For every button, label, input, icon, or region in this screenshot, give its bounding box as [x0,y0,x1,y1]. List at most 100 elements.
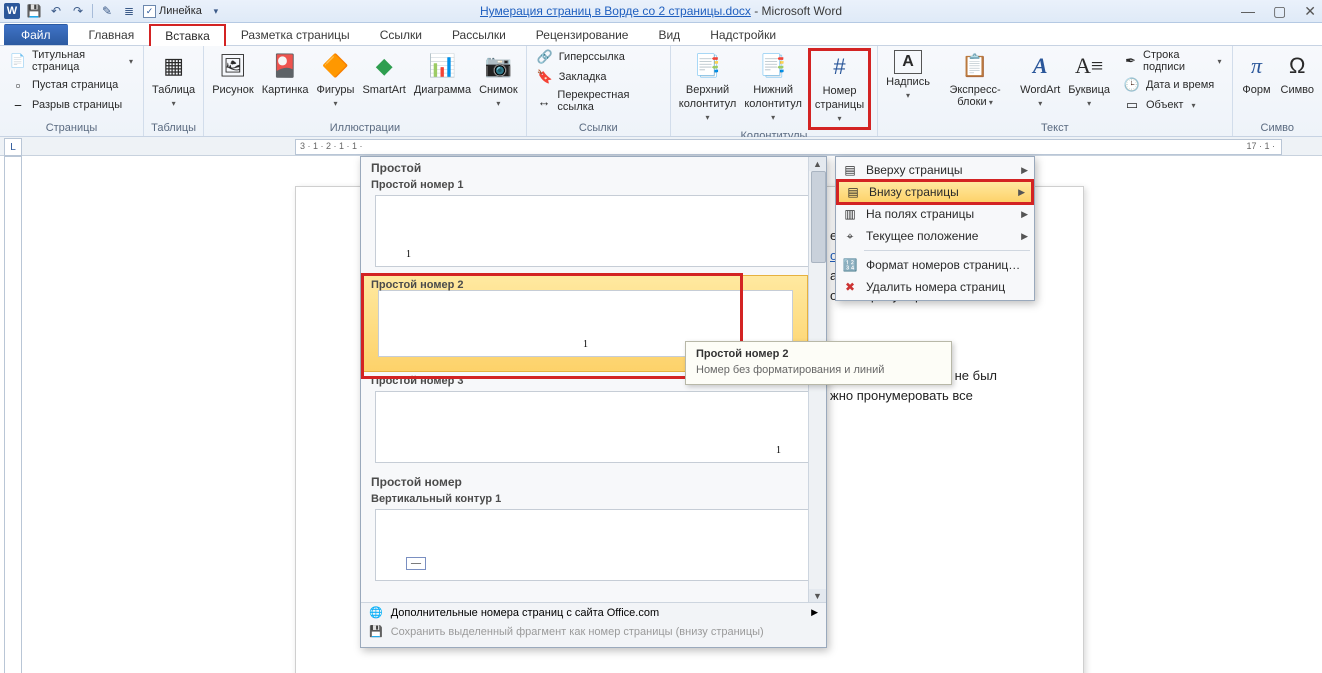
tooltip-title: Простой номер 2 [696,348,941,360]
bookmark-icon: 🔖 [537,69,553,85]
table-icon: ▦ [158,50,190,82]
document-area: ерацией документа. о нумерация страниц в… [0,156,1322,673]
word-app-icon[interactable]: W [4,3,20,19]
group-label: Текст [884,122,1225,136]
submenu-arrow-icon: ▶ [1018,187,1025,198]
tab-insert[interactable]: Вставка [149,24,226,46]
gallery-item-plain-1[interactable]: 1 [375,195,812,267]
blank-page-button[interactable]: ▫Пустая страница [6,76,137,94]
gallery-category: Простой [361,157,826,177]
quickparts-icon: 📋 [959,50,991,82]
tab-layout[interactable]: Разметка страницы [226,24,365,45]
shapes-button[interactable]: 🔶Фигуры [315,48,357,112]
menu-item-format-page-numbers[interactable]: 🔢Формат номеров страниц… [836,254,1034,276]
page-number-menu: ▤Вверху страницы▶ ▤Внизу страницы▶ ▥На п… [835,156,1035,301]
tab-mailings[interactable]: Рассылки [437,24,521,45]
tab-view[interactable]: Вид [643,24,695,45]
gallery-more-office[interactable]: 🌐Дополнительные номера страниц с сайта O… [361,603,826,622]
clipart-button[interactable]: 🎴Картинка [260,48,311,98]
hyperlink-icon: 🔗 [537,49,553,65]
gallery-item-label: Вертикальный контур 1 [361,491,826,509]
tab-file[interactable]: Файл [4,24,68,45]
group-links: 🔗Гиперссылка 🔖Закладка ↔Перекрестная ссы… [527,46,671,136]
footer-button[interactable]: 📑Нижнийколонтитул [742,48,804,126]
symbol-icon: Ω [1281,50,1313,82]
bookmark-button[interactable]: 🔖Закладка [533,68,664,86]
menu-item-top-of-page[interactable]: ▤Вверху страницы▶ [836,159,1034,181]
tab-home[interactable]: Главная [74,24,150,45]
tab-review[interactable]: Рецензирование [521,24,644,45]
current-pos-icon: ⌖ [840,228,860,244]
vertical-ruler[interactable] [4,156,22,673]
page-number-gallery: Простой Простой номер 1 1 1 Простой номе… [360,156,827,648]
tab-references[interactable]: Ссылки [365,24,437,45]
scrollbar-thumb[interactable] [811,171,826,263]
menu-item-bottom-of-page[interactable]: ▤Внизу страницы▶ [838,181,1032,203]
signature-line-button[interactable]: ✒Строка подписи [1120,48,1226,74]
hyperlink-button[interactable]: 🔗Гиперссылка [533,48,664,66]
datetime-button[interactable]: 🕒Дата и время [1120,76,1226,94]
header-icon: 📑 [692,50,724,82]
qat-item-icon[interactable]: ≣ [121,3,137,19]
gallery-footer: 🌐Дополнительные номера страниц с сайта O… [361,602,826,647]
page-break-button[interactable]: ⎯Разрыв страницы [6,96,137,114]
gallery-item-label: Простой номер 2 [361,277,473,295]
textbox-button[interactable]: AНадпись [884,48,932,104]
datetime-icon: 🕒 [1124,77,1140,93]
undo-icon[interactable]: ↶ [48,3,64,19]
horizontal-ruler[interactable]: 3 · 1 · 2 · 1 · 1 · 17 · 1 · [295,139,1282,155]
scroll-up-icon[interactable]: ▲ [809,157,826,171]
symbol-button[interactable]: ΩСимво [1279,48,1317,98]
submenu-arrow-icon: ▶ [1021,165,1028,176]
ribbon: 📄Титульная страница ▫Пустая страница ⎯Ра… [0,46,1322,137]
group-label: Страницы [6,122,137,136]
quickparts-button[interactable]: 📋Экспресс-блоки [936,48,1014,111]
table-button[interactable]: ▦Таблица [150,48,197,112]
maximize-button[interactable]: ▢ [1273,3,1286,20]
menu-item-current-position[interactable]: ⌖Текущее положение▶ [836,225,1034,247]
group-symbols: πФорм ΩСимво Симво [1233,46,1322,136]
minimize-button[interactable]: — [1241,3,1255,19]
tab-addins[interactable]: Надстройки [695,24,791,45]
group-text: AНадпись 📋Экспресс-блоки AWordArt A≡Букв… [878,46,1232,136]
qat-customize-icon[interactable]: ▾ [208,3,224,19]
crossref-button[interactable]: ↔Перекрестная ссылка [533,88,664,114]
dropcap-icon: A≡ [1073,50,1105,82]
menu-item-page-margins[interactable]: ▥На полях страницы▶ [836,203,1034,225]
save-icon[interactable]: 💾 [26,3,42,19]
cover-page-icon: 📄 [10,53,26,69]
group-label: Иллюстрации [210,122,520,136]
office-icon: 🌐 [369,606,383,619]
ruler-mark-right: 17 · 1 · [1246,141,1275,151]
picture-button[interactable]: 🖼Рисунок [210,48,256,98]
wordart-button[interactable]: AWordArt [1018,48,1062,112]
group-label: Ссылки [533,122,664,136]
close-button[interactable]: ✕ [1304,3,1316,20]
format-icon: 🔢 [840,257,860,273]
gallery-category: Простой номер [361,471,826,491]
object-button[interactable]: ▭Объект [1120,96,1226,114]
menu-item-remove-page-numbers[interactable]: ✖Удалить номера страниц [836,276,1034,298]
chart-button[interactable]: 📊Диаграмма [412,48,473,98]
equation-button[interactable]: πФорм [1239,48,1275,98]
group-label: Симво [1239,122,1317,136]
submenu-arrow-icon: ▶ [1021,209,1028,220]
smartart-button[interactable]: ◆SmartArt [360,48,407,98]
header-button[interactable]: 📑Верхнийколонтитул [677,48,739,126]
redo-icon[interactable]: ↷ [70,3,86,19]
gallery-item-vertical-outline-1[interactable]: — [375,509,812,581]
page-break-icon: ⎯ [10,97,26,113]
screenshot-button[interactable]: 📷Снимок [477,48,520,112]
smartart-icon: ◆ [368,50,400,82]
save-fragment-icon: 💾 [369,625,383,638]
scroll-down-icon[interactable]: ▼ [809,589,826,603]
qat-item-icon[interactable]: ✎ [99,3,115,19]
object-icon: ▭ [1124,97,1140,113]
ruler-checkbox[interactable]: ✓ Линейка [143,5,202,18]
cover-page-button[interactable]: 📄Титульная страница [6,48,137,74]
page-number-button[interactable]: #Номерстраницы [808,48,871,130]
screenshot-icon: 📷 [482,50,514,82]
ruler-corner[interactable]: L [4,138,22,156]
dropcap-button[interactable]: A≡Буквица [1066,48,1112,112]
gallery-item-plain-3[interactable]: 1 [375,391,812,463]
